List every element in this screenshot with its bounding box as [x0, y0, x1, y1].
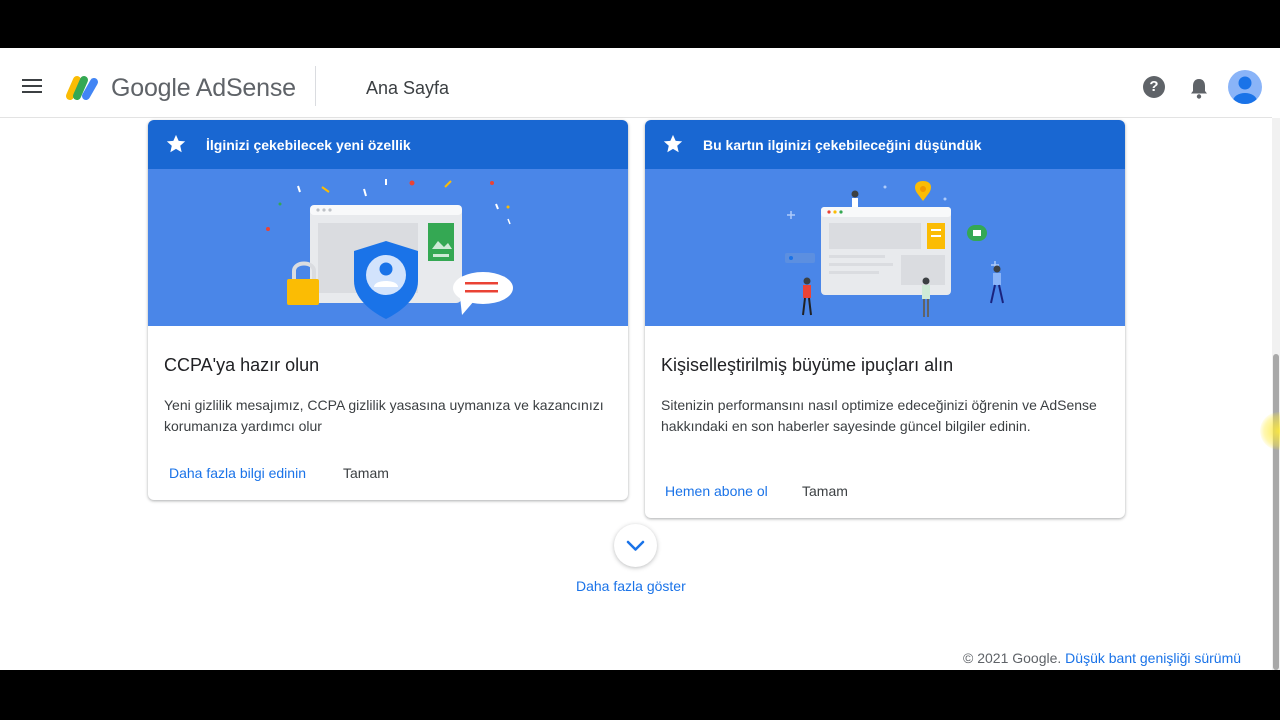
learn-more-link[interactable]: Daha fazla bilgi edinin [169, 465, 306, 481]
star-icon [166, 134, 186, 153]
card-banner: İlginizi çekebilecek yeni özellik [148, 120, 628, 169]
chevron-down-icon [626, 540, 645, 551]
growth-tips-card: Bu kartın ilginizi çekebileceğini düşünd… [645, 120, 1125, 518]
help-icon[interactable]: ? [1143, 76, 1165, 98]
card-banner: Bu kartın ilginizi çekebileceğini düşünd… [645, 120, 1125, 169]
adsense-logo-icon [66, 76, 98, 100]
card-banner-text: İlginizi çekebilecek yeni özellik [206, 137, 411, 153]
growth-illustration [645, 169, 1125, 326]
card-title: CCPA'ya hazır olun [164, 355, 320, 375]
copyright-text: © 2021 Google. [963, 650, 1062, 666]
card-title: Kişiselleştirilmiş büyüme ipuçları alın [661, 355, 954, 375]
dismiss-button[interactable]: Tamam [343, 465, 389, 481]
adsense-screen: Google AdSense Ana Sayfa ? İlginizi çeke… [0, 48, 1280, 670]
ccpa-card: İlginizi çekebilecek yeni özellik CCPA'y… [148, 120, 628, 500]
scrollbar-thumb[interactable] [1273, 354, 1279, 670]
show-more-link[interactable]: Daha fazla göster [576, 578, 686, 594]
show-more-button[interactable] [614, 524, 657, 567]
menu-icon[interactable] [20, 74, 44, 98]
footer: © 2021 Google. Düşük bant genişliği sürü… [963, 650, 1241, 666]
avatar-icon[interactable] [1228, 70, 1262, 104]
product-name[interactable]: Google AdSense [111, 74, 296, 103]
privacy-illustration [148, 169, 628, 326]
page-scrollbar[interactable] [1272, 118, 1280, 670]
page-title: Ana Sayfa [366, 78, 450, 98]
subscribe-link[interactable]: Hemen abone ol [665, 483, 768, 499]
low-bandwidth-link[interactable]: Düşük bant genişliği sürümü [1065, 650, 1241, 666]
top-app-bar: Google AdSense Ana Sayfa ? [0, 52, 1272, 118]
mouse-cursor-highlight [1260, 412, 1280, 450]
card-description: Sitenizin performansını nasıl optimize e… [661, 397, 1097, 434]
dismiss-button[interactable]: Tamam [802, 483, 848, 499]
header-divider [315, 66, 316, 106]
bell-icon[interactable] [1188, 76, 1210, 100]
card-banner-text: Bu kartın ilginizi çekebileceğini düşünd… [703, 137, 982, 153]
star-icon [663, 134, 683, 153]
card-description: Yeni gizlilik mesajımız, CCPA gizlilik y… [164, 397, 604, 434]
